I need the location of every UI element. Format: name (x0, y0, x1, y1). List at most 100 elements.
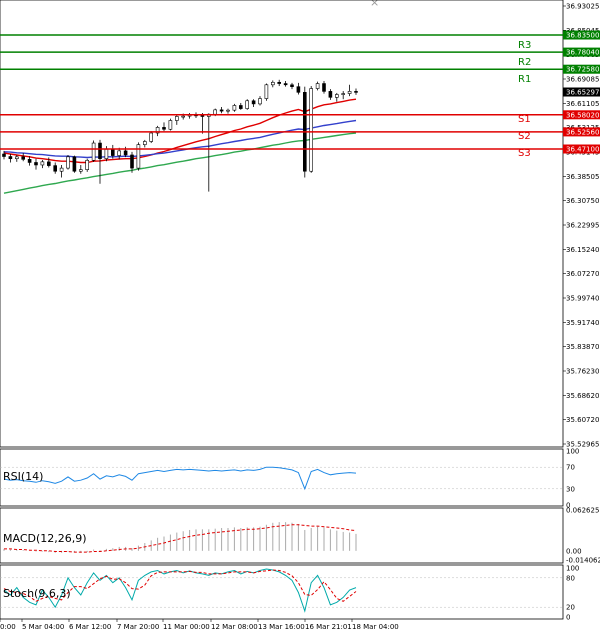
candle-body (66, 156, 70, 169)
candle-body (21, 156, 26, 160)
candle-body (232, 105, 237, 111)
candle-body (79, 169, 83, 172)
candle-body (219, 109, 224, 112)
candle-body (2, 153, 6, 157)
candle-body (213, 109, 217, 115)
stoch-y-tick-label: 100 (566, 565, 579, 573)
candle-body (315, 83, 320, 89)
candle-body (117, 150, 121, 156)
stoch-title: Stoch(9,6,3) (3, 587, 71, 600)
level-label-r2: R2 (518, 57, 531, 68)
forex-chart[interactable]: × 36.9302536.8504536.7706536.6908536.611… (0, 0, 600, 635)
candle (149, 131, 153, 144)
candle-body (85, 159, 89, 170)
level-label-r3: R3 (518, 40, 531, 51)
x-tick-label: 6 Mar 12:00 (69, 623, 111, 631)
candle-body (283, 83, 288, 86)
candle-body (309, 88, 314, 172)
level-price-tag-text: 36.83500 (566, 32, 599, 40)
candle-body (264, 84, 269, 99)
x-tick-label: 18 Mar 04:00 (352, 623, 399, 631)
x-tick-label: 7 Mar 20:00 (117, 623, 159, 631)
candle (85, 158, 89, 172)
rsi-y-tick-label: 30 (566, 485, 575, 493)
y-tick-label: 36.38505 (566, 173, 599, 181)
macd-y-tick-label: -0.014062 (566, 557, 600, 565)
candle-body (27, 159, 32, 163)
candle (136, 142, 141, 171)
candle (309, 86, 314, 173)
candle-body (245, 100, 249, 109)
candle-body (270, 81, 275, 86)
candle-body (334, 94, 339, 98)
candle (264, 83, 269, 101)
candle (72, 155, 77, 173)
level-price-tag-text: 36.58020 (566, 111, 599, 119)
candle-body (168, 120, 173, 130)
y-tick-label: 36.07270 (566, 270, 599, 278)
candle-body (162, 127, 166, 130)
candle-body (46, 161, 51, 166)
candle-body (40, 161, 45, 166)
y-tick-label: 35.83870 (566, 343, 599, 351)
y-tick-label: 35.60720 (566, 416, 599, 424)
candle-body (149, 132, 153, 142)
candle-body (130, 154, 134, 169)
y-tick-label: 36.61105 (566, 100, 599, 108)
macd-y-tick-label: 0.062625 (566, 507, 599, 515)
candle-body (277, 81, 282, 84)
candle-body (104, 149, 109, 160)
x-tick-label: 13 Mar 16:00 (258, 623, 305, 631)
candle-body (181, 115, 185, 118)
candle-body (226, 109, 230, 112)
macd-title: MACD(12,26,9) (3, 532, 87, 545)
candle-body (53, 165, 58, 172)
close-icon[interactable]: × (370, 0, 379, 9)
y-tick-label: 36.30750 (566, 197, 599, 205)
x-tick-label: 11 Mar 00:00 (163, 623, 210, 631)
candle-body (72, 156, 77, 172)
y-tick-label: 36.22995 (566, 222, 599, 230)
candle-body (143, 141, 147, 145)
candle-body (34, 162, 38, 166)
y-tick-label: 35.68620 (566, 392, 599, 400)
level-label-s1: S1 (518, 114, 531, 125)
candle-body (200, 115, 205, 117)
candle-body (136, 144, 141, 169)
y-tick-label: 36.93025 (566, 3, 599, 11)
candle (168, 118, 173, 131)
candle-body (251, 100, 256, 105)
chart-background (0, 0, 600, 635)
candle-body (111, 149, 115, 156)
y-tick-label: 35.91740 (566, 319, 599, 327)
stoch-y-tick-label: 20 (566, 604, 575, 612)
level-label-s3: S3 (518, 148, 531, 159)
candle-body (239, 105, 243, 109)
level-label-r1: R1 (518, 74, 531, 85)
level-price-tag-text: 36.78040 (566, 49, 599, 57)
y-tick-label: 36.69085 (566, 76, 599, 84)
candle-body (322, 83, 326, 92)
candle (245, 99, 249, 110)
stoch-y-tick-label: 80 (566, 574, 575, 582)
candle-body (59, 167, 64, 172)
rsi-title: RSI(14) (3, 470, 43, 483)
candle-body (341, 93, 346, 95)
candle-body (15, 156, 19, 160)
level-label-s2: S2 (518, 131, 531, 142)
y-tick-label: 36.15240 (566, 246, 599, 254)
x-tick-label: 16 Mar 21:01 (305, 623, 352, 631)
x-tick-label: 12 Mar 08:00 (211, 623, 258, 631)
candle-body (98, 142, 102, 160)
y-tick-label: 35.99740 (566, 295, 599, 303)
y-tick-label: 35.76230 (566, 368, 599, 376)
candle-body (354, 91, 358, 93)
level-price-tag-text: 36.72580 (566, 66, 599, 74)
candle (91, 140, 96, 162)
candle-body (123, 150, 128, 156)
candle (66, 154, 70, 170)
candle-body (296, 86, 301, 93)
level-price-tag-text: 36.47100 (566, 146, 599, 154)
x-tick-label: 0:00 (0, 623, 16, 631)
x-tick-label: 5 Mar 04:00 (22, 623, 64, 631)
